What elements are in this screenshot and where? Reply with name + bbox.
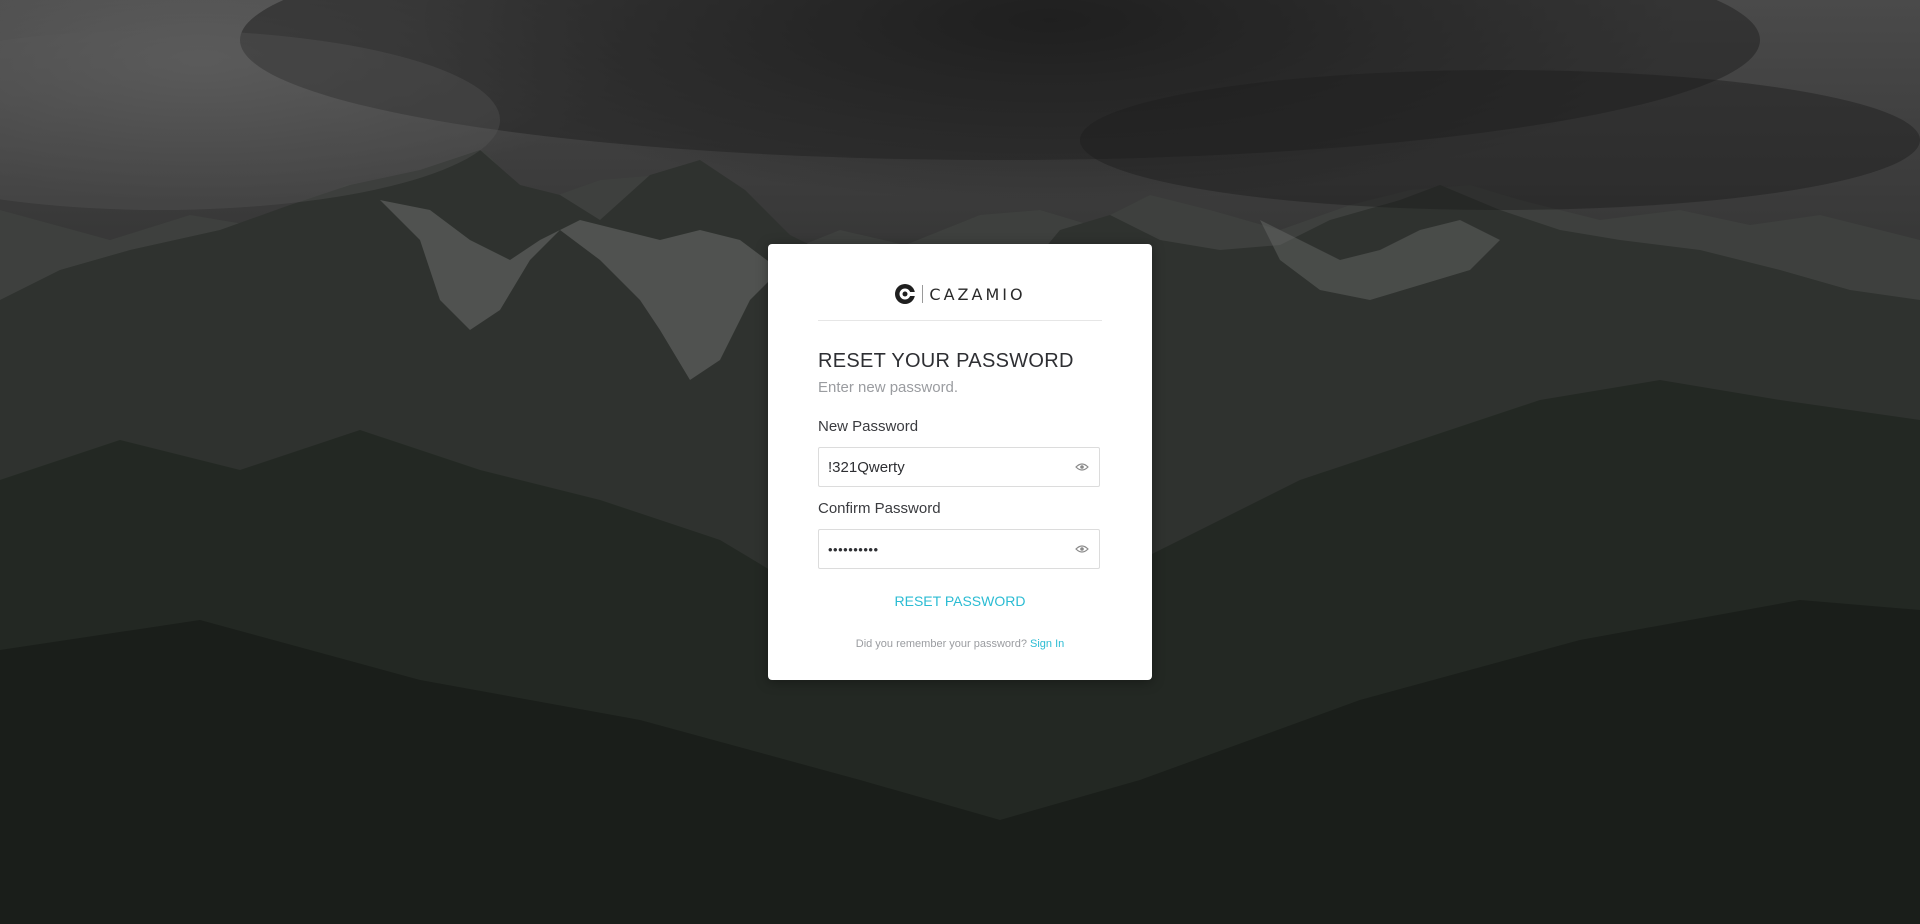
page-subtitle: Enter new password. xyxy=(818,379,959,396)
new-password-value[interactable]: !321Qwerty xyxy=(819,459,1075,476)
new-password-field[interactable]: !321Qwerty xyxy=(818,447,1100,487)
reset-password-card: CAZAMIO RESET YOUR PASSWORD Enter new pa… xyxy=(768,244,1152,680)
confirm-password-value[interactable]: •••••••••• xyxy=(819,542,1075,557)
sign-in-link[interactable]: Sign In xyxy=(1030,638,1064,650)
confirm-password-field[interactable]: •••••••••• xyxy=(818,529,1100,569)
confirm-password-label: Confirm Password xyxy=(818,500,941,517)
cazamio-logo-icon xyxy=(895,284,916,304)
eye-icon[interactable] xyxy=(1075,544,1089,554)
logo-separator xyxy=(922,285,924,303)
page-title: RESET YOUR PASSWORD xyxy=(818,350,1074,372)
new-password-label: New Password xyxy=(818,418,919,435)
eye-icon[interactable] xyxy=(1075,462,1089,472)
brand-header: CAZAMIO xyxy=(818,274,1102,321)
brand-name: CAZAMIO xyxy=(929,284,1026,304)
signin-prompt-text: Did you remember your password? xyxy=(855,638,1027,650)
reset-password-button[interactable]: RESET PASSWORD xyxy=(818,593,1102,609)
signin-prompt: Did you remember your password? Sign In xyxy=(768,638,1152,650)
